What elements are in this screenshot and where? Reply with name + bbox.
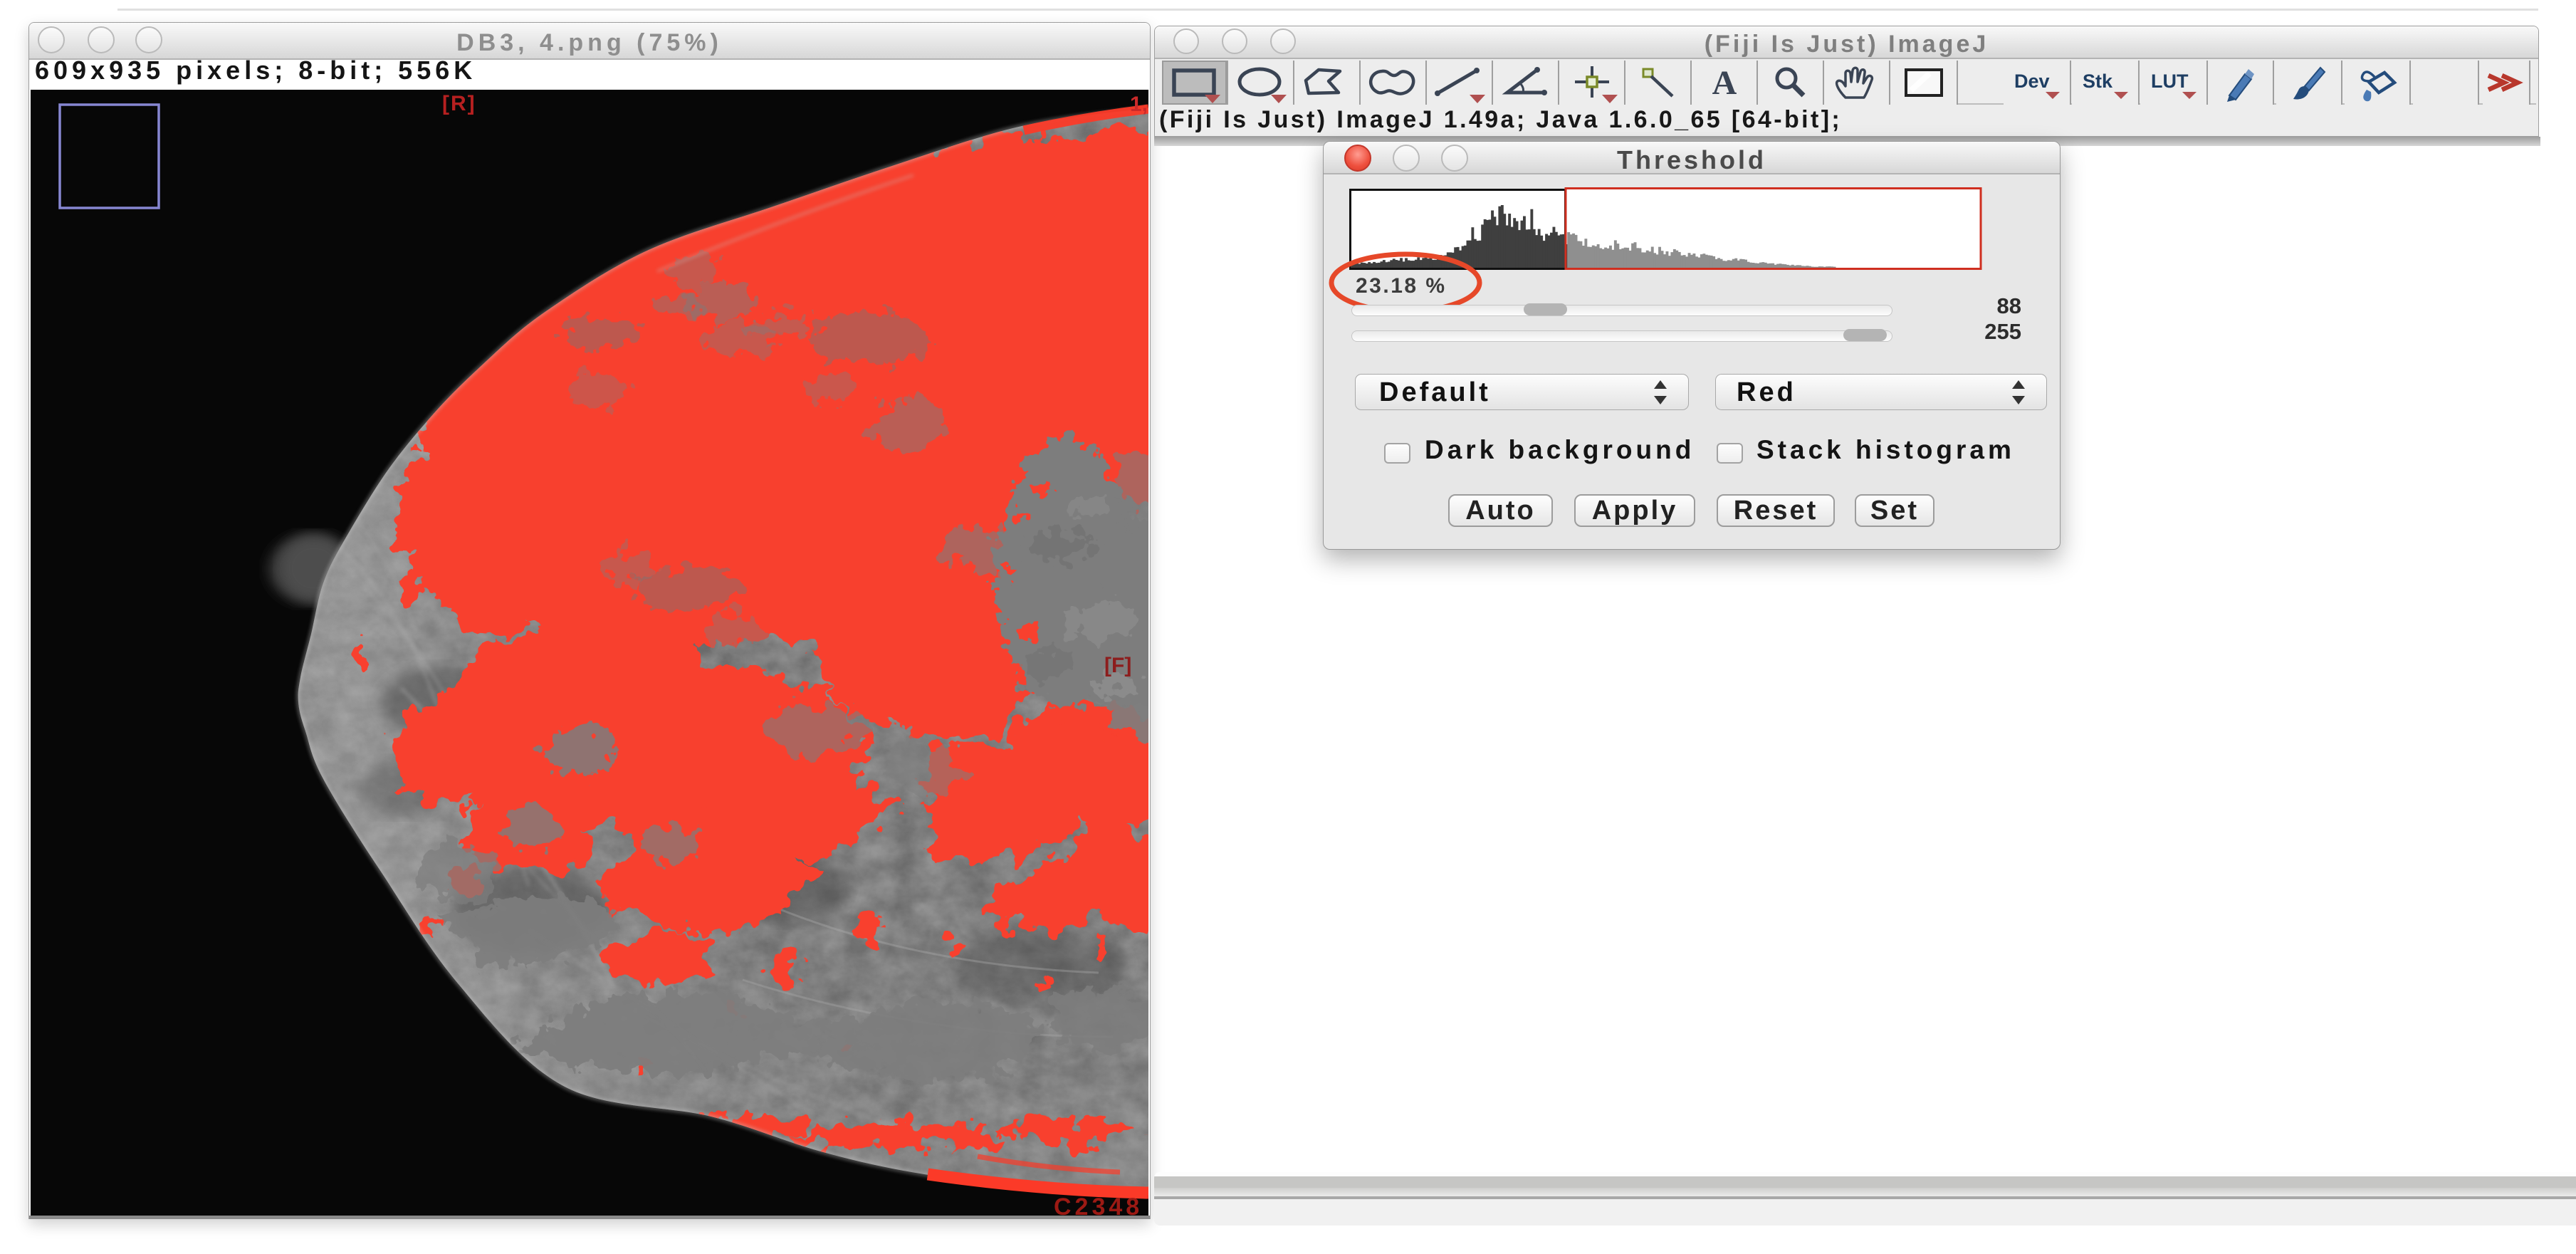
svg-text:C2348: C2348: [1054, 1193, 1143, 1216]
svg-text:A: A: [1712, 64, 1737, 102]
svg-text:1,: 1,: [1130, 93, 1148, 116]
svg-text:Dev: Dev: [2014, 70, 2050, 92]
svg-text:LUT: LUT: [2151, 70, 2189, 92]
svg-text:Stk: Stk: [2083, 70, 2113, 92]
svg-text:[F]: [F]: [1104, 654, 1131, 677]
svg-text:[R]: [R]: [442, 92, 476, 115]
